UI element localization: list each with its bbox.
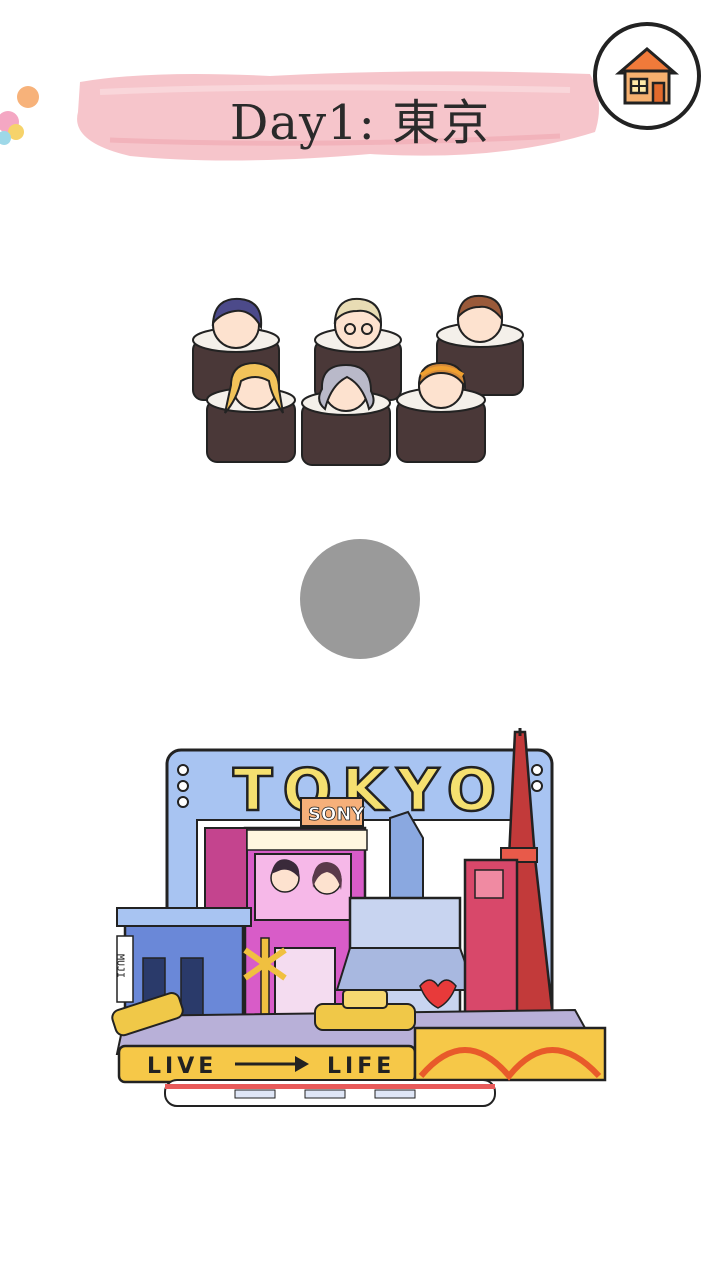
page-title: Day1: 東京 [229, 95, 491, 151]
decorative-dots [0, 86, 39, 145]
tokyo-sign-text: TOKYO [233, 756, 506, 824]
muji-sign-text: MUJI [115, 954, 126, 978]
record-button[interactable] [300, 539, 420, 659]
live-text: LIVE [147, 1054, 217, 1079]
life-text: LIFE [327, 1054, 395, 1079]
tokyo-cityscape-illustration: TOKYO SONY MUJI LIVE LIFE [111, 728, 607, 1107]
sony-sign-text: SONY [308, 804, 365, 825]
house-icon [614, 47, 680, 105]
home-button[interactable] [593, 22, 701, 130]
sushi-roll-characters-illustration [192, 294, 524, 466]
